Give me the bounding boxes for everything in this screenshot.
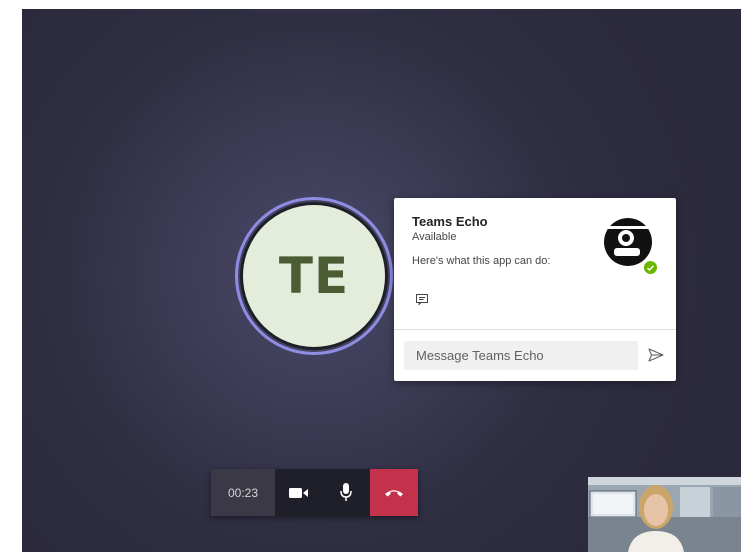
call-stage: TE Teams Echo Available Here's what this… <box>22 9 741 552</box>
message-input[interactable]: Message Teams Echo <box>404 341 638 370</box>
chat-command-icon[interactable] <box>416 294 428 305</box>
video-camera-icon <box>289 487 308 498</box>
hang-up-icon <box>385 490 403 497</box>
participant-avatar: TE <box>240 202 388 350</box>
presence-available-icon <box>642 259 659 276</box>
avatar-initials: TE <box>278 247 350 305</box>
self-video-image <box>588 477 741 552</box>
call-controls: 00:23 <box>211 469 418 516</box>
microphone-button[interactable] <box>322 469 370 516</box>
bot-profile-card: Teams Echo Available Here's what this ap… <box>394 198 676 381</box>
camera-button[interactable] <box>275 469 323 516</box>
send-icon[interactable] <box>648 348 664 362</box>
hang-up-button[interactable] <box>370 469 418 516</box>
self-video-preview[interactable] <box>588 477 741 552</box>
card-divider <box>394 329 676 330</box>
microphone-icon <box>340 483 352 501</box>
call-timer: 00:23 <box>211 469 275 516</box>
bot-description: Here's what this app can do: <box>412 255 551 267</box>
bot-status: Available <box>412 231 457 243</box>
bot-name: Teams Echo <box>412 214 488 229</box>
